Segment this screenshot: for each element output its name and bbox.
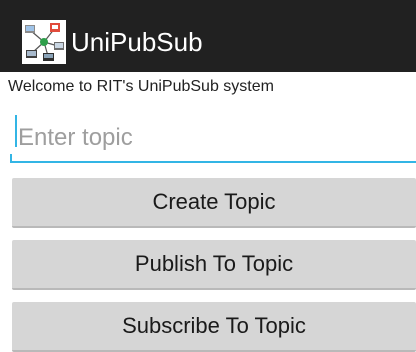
create-topic-button[interactable]: Create Topic [12, 178, 416, 228]
action-bar: UniPubSub [0, 0, 416, 72]
topic-input[interactable] [10, 108, 416, 164]
subscribe-to-topic-button[interactable]: Subscribe To Topic [12, 302, 416, 352]
welcome-text: Welcome to RIT's UniPubSub system [8, 78, 274, 95]
topic-input-underline [10, 161, 416, 163]
publish-to-topic-button[interactable]: Publish To Topic [12, 240, 416, 290]
app-title: UniPubSub [71, 27, 203, 57]
topic-input-underline-tick [10, 154, 12, 162]
app-window: UniPubSub Welcome to RIT's UniPubSub sys… [0, 0, 416, 352]
topic-field[interactable] [10, 108, 416, 166]
network-hub-icon [22, 20, 66, 64]
text-cursor [15, 115, 17, 147]
